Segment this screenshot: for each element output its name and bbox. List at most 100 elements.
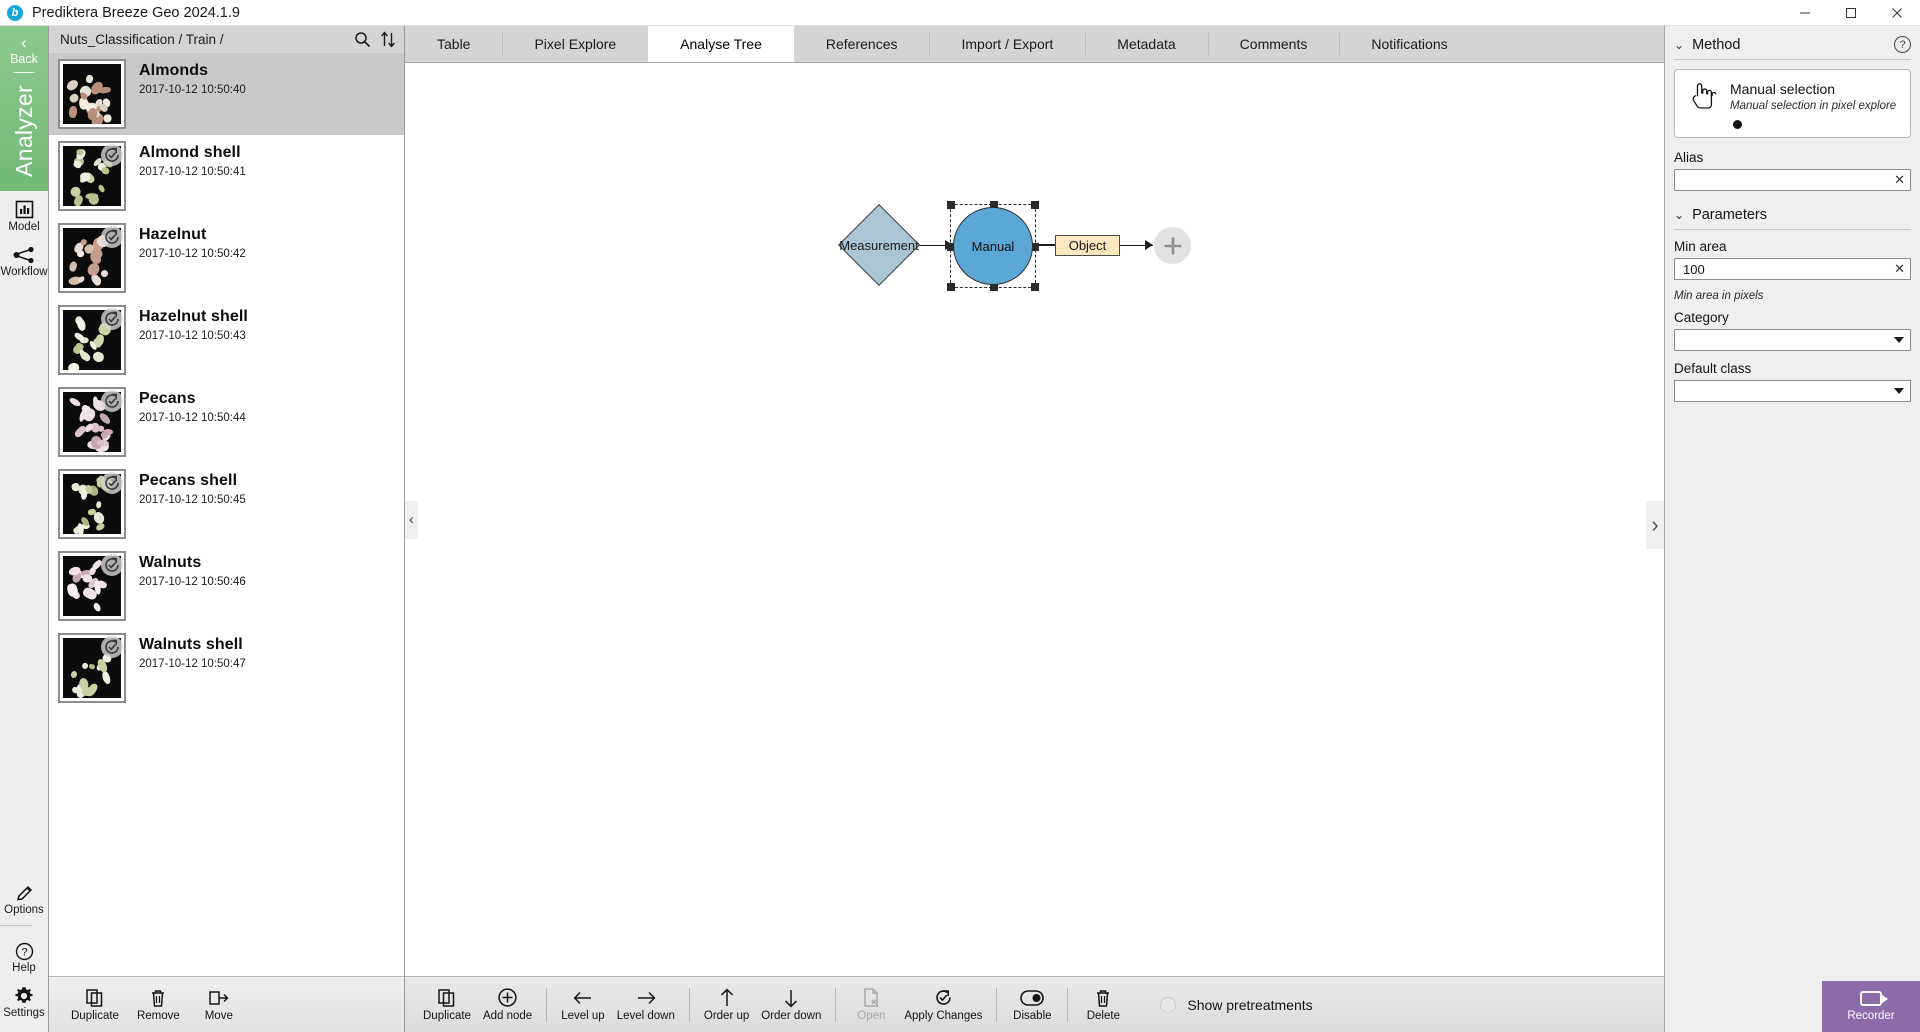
toolbar-separator — [835, 988, 836, 1022]
tab-bar[interactable]: TablePixel ExploreAnalyse TreeReferences… — [405, 26, 1664, 63]
file-list-item[interactable]: Almond shell2017-10-12 10:50:41 — [49, 135, 404, 217]
file-list[interactable]: Almonds2017-10-12 10:50:40Almond shell20… — [49, 53, 404, 976]
rail-item-help[interactable]: ? Help — [0, 932, 48, 977]
node-measurement[interactable]: Measurement — [839, 204, 919, 286]
file-name: Pecans — [139, 390, 246, 408]
alias-label: Alias — [1674, 150, 1911, 165]
rail-item-options[interactable]: Options — [0, 874, 48, 919]
rail-item-workflow[interactable]: Workflow — [0, 236, 48, 281]
file-thumbnail[interactable] — [58, 59, 126, 129]
tab-analyse-tree[interactable]: Analyse Tree — [648, 26, 794, 62]
file-list-item[interactable]: Almonds2017-10-12 10:50:40 — [49, 53, 404, 135]
add-node-button[interactable] — [1154, 227, 1191, 264]
back-chevron-icon[interactable]: ‹ — [21, 34, 27, 51]
file-thumbnail[interactable] — [58, 387, 126, 457]
collapse-left-panel-button[interactable]: ‹ — [405, 501, 418, 539]
clear-icon[interactable]: ✕ — [1890, 172, 1905, 188]
file-thumbnail[interactable] — [58, 305, 126, 375]
sync-badge-icon — [101, 472, 123, 494]
radio-icon[interactable] — [1160, 997, 1176, 1013]
analyzer-rail-header: ‹ Back Analyzer — [0, 26, 48, 191]
file-list-item[interactable]: Hazelnut shell2017-10-12 10:50:43 — [49, 299, 404, 381]
duplicate-button[interactable]: Duplicate — [65, 985, 125, 1024]
application-window: b Prediktera Breeze Geo 2024.1.9 ‹ Back … — [0, 0, 1920, 1032]
file-thumbnail[interactable] — [58, 633, 126, 703]
rail-bottom-group: Options ? Help — [0, 874, 48, 1032]
method-card[interactable]: Manual selection Manual selection in pix… — [1674, 69, 1911, 138]
file-list-item[interactable]: Walnuts2017-10-12 10:50:46 — [49, 545, 404, 627]
chevron-down-icon[interactable]: ⌄ — [1674, 208, 1684, 222]
add-node-button[interactable]: Add node — [477, 985, 538, 1024]
node-manual[interactable]: Manual — [953, 207, 1033, 285]
toolbar-separator — [1067, 988, 1068, 1022]
parameters-section-header[interactable]: ⌄ Parameters — [1674, 197, 1911, 229]
level-down-button[interactable]: Level down — [611, 985, 681, 1024]
clear-icon[interactable]: ✕ — [1890, 261, 1905, 277]
move-button[interactable]: Move — [192, 985, 246, 1024]
tab-references[interactable]: References — [794, 26, 930, 62]
plus-icon — [1162, 235, 1184, 257]
file-thumbnail[interactable] — [58, 551, 126, 621]
order-down-button[interactable]: Order down — [755, 985, 827, 1024]
min-area-input[interactable]: 100 ✕ — [1674, 258, 1911, 280]
file-name: Hazelnut shell — [139, 308, 248, 326]
delete-button[interactable]: Delete — [1076, 985, 1130, 1024]
tab-comments[interactable]: Comments — [1208, 26, 1340, 62]
alias-input[interactable]: ✕ — [1674, 169, 1911, 191]
show-pretreatments-toggle[interactable]: Show pretreatments — [1160, 997, 1312, 1013]
chevron-down-icon[interactable] — [1894, 337, 1904, 343]
rail-item-model[interactable]: Model — [0, 191, 48, 236]
file-thumbnail[interactable] — [58, 469, 126, 539]
category-select[interactable] — [1674, 329, 1911, 351]
main-body: ‹ Back Analyzer Model — [0, 26, 1920, 1032]
toolbar-button-label: Disable — [1013, 1010, 1051, 1022]
file-list-item[interactable]: Walnuts shell2017-10-12 10:50:47 — [49, 627, 404, 709]
tab-metadata[interactable]: Metadata — [1085, 26, 1207, 62]
category-label: Category — [1674, 310, 1911, 325]
back-label[interactable]: Back — [10, 52, 38, 66]
remove-button[interactable]: Remove — [131, 985, 186, 1024]
minimize-button[interactable] — [1782, 0, 1828, 26]
chevron-down-icon[interactable] — [1894, 388, 1904, 394]
maximize-button[interactable] — [1828, 0, 1874, 26]
parameters-section-title: Parameters — [1692, 207, 1767, 223]
resize-handle[interactable] — [1031, 283, 1039, 291]
help-icon[interactable]: ? — [1894, 36, 1911, 53]
disable-button[interactable]: Disable — [1005, 985, 1059, 1024]
svg-text:?: ? — [21, 946, 27, 958]
tab-import-export[interactable]: Import / Export — [929, 26, 1085, 62]
search-icon[interactable] — [354, 31, 371, 48]
file-list-item[interactable]: Pecans2017-10-12 10:50:44 — [49, 381, 404, 463]
method-section-header[interactable]: ⌄ Method ? — [1674, 26, 1911, 59]
chevron-down-icon[interactable]: ⌄ — [1674, 38, 1684, 52]
file-thumbnail[interactable] — [58, 141, 126, 211]
order-up-button[interactable]: Order up — [698, 985, 755, 1024]
toolbar-button-label: Order down — [761, 1010, 821, 1022]
resize-handle[interactable] — [947, 283, 955, 291]
file-list-item[interactable]: Pecans shell2017-10-12 10:50:45 — [49, 463, 404, 545]
close-button[interactable] — [1874, 0, 1920, 26]
rail-item-settings[interactable]: Settings — [0, 977, 48, 1022]
tab-table[interactable]: Table — [405, 26, 502, 62]
apply-changes-button[interactable]: Apply Changes — [898, 985, 988, 1024]
duplicate-icon — [85, 987, 105, 1008]
file-list-item[interactable]: Hazelnut2017-10-12 10:50:42 — [49, 217, 404, 299]
open-button: Open — [844, 985, 898, 1024]
method-section-title: Method — [1692, 37, 1740, 53]
section-divider — [1674, 59, 1911, 60]
sort-icon[interactable] — [380, 31, 396, 48]
recorder-button[interactable]: Recorder — [1822, 981, 1920, 1032]
level-up-button[interactable]: Level up — [555, 985, 610, 1024]
analyzer-title: Analyzer — [11, 79, 38, 179]
expand-right-panel-button[interactable]: › — [1646, 501, 1664, 549]
analyse-tree-canvas[interactable]: Measurement Manu — [405, 63, 1664, 976]
resize-handle[interactable] — [1031, 201, 1039, 209]
arrow-left-icon — [572, 987, 594, 1008]
tab-pixel-explore[interactable]: Pixel Explore — [502, 26, 648, 62]
tab-notifications[interactable]: Notifications — [1339, 26, 1479, 62]
node-object[interactable]: Object — [1055, 235, 1120, 256]
default-class-select[interactable] — [1674, 380, 1911, 402]
resize-handle[interactable] — [947, 201, 955, 209]
duplicate-button[interactable]: Duplicate — [417, 985, 477, 1024]
file-thumbnail[interactable] — [58, 223, 126, 293]
